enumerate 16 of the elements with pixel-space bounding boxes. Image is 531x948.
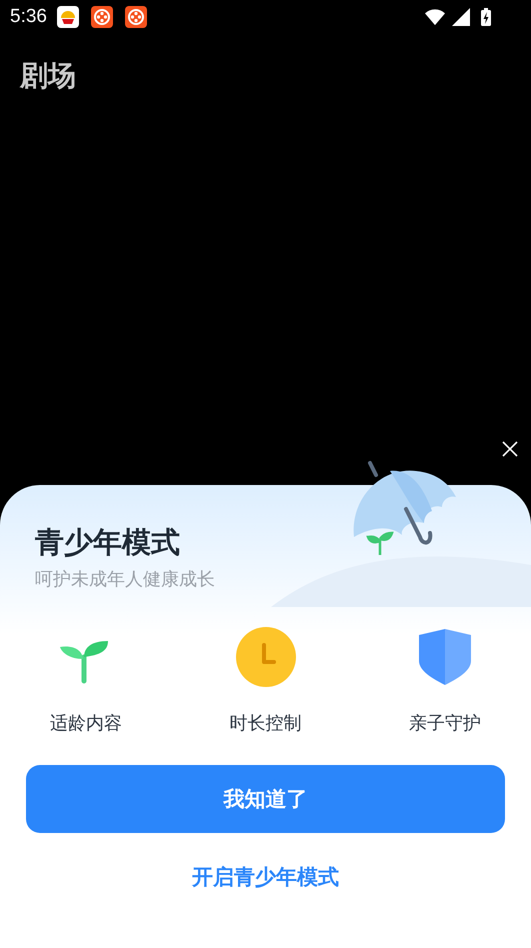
sheet-subtitle: 呵护未成年人健康成长 bbox=[34, 568, 216, 591]
signal-icon bbox=[451, 8, 471, 26]
confirm-button[interactable]: 我知道了 bbox=[26, 765, 505, 833]
enable-mode-link[interactable]: 开启青少年模式 bbox=[192, 863, 339, 891]
clock-icon bbox=[236, 627, 296, 687]
page-title: 剧场 bbox=[20, 58, 76, 94]
feature-label: 适龄内容 bbox=[50, 712, 122, 735]
status-time: 5:36 bbox=[10, 6, 47, 28]
reel-app-icon bbox=[90, 6, 113, 28]
feature-label: 时长控制 bbox=[230, 712, 302, 735]
battery-icon bbox=[481, 8, 491, 26]
feature-label: 亲子守护 bbox=[409, 712, 481, 735]
wifi-icon bbox=[425, 8, 445, 26]
close-icon[interactable] bbox=[502, 441, 518, 457]
sheet-title: 青少年模式 bbox=[34, 524, 181, 561]
reel-app-icon bbox=[124, 6, 147, 28]
